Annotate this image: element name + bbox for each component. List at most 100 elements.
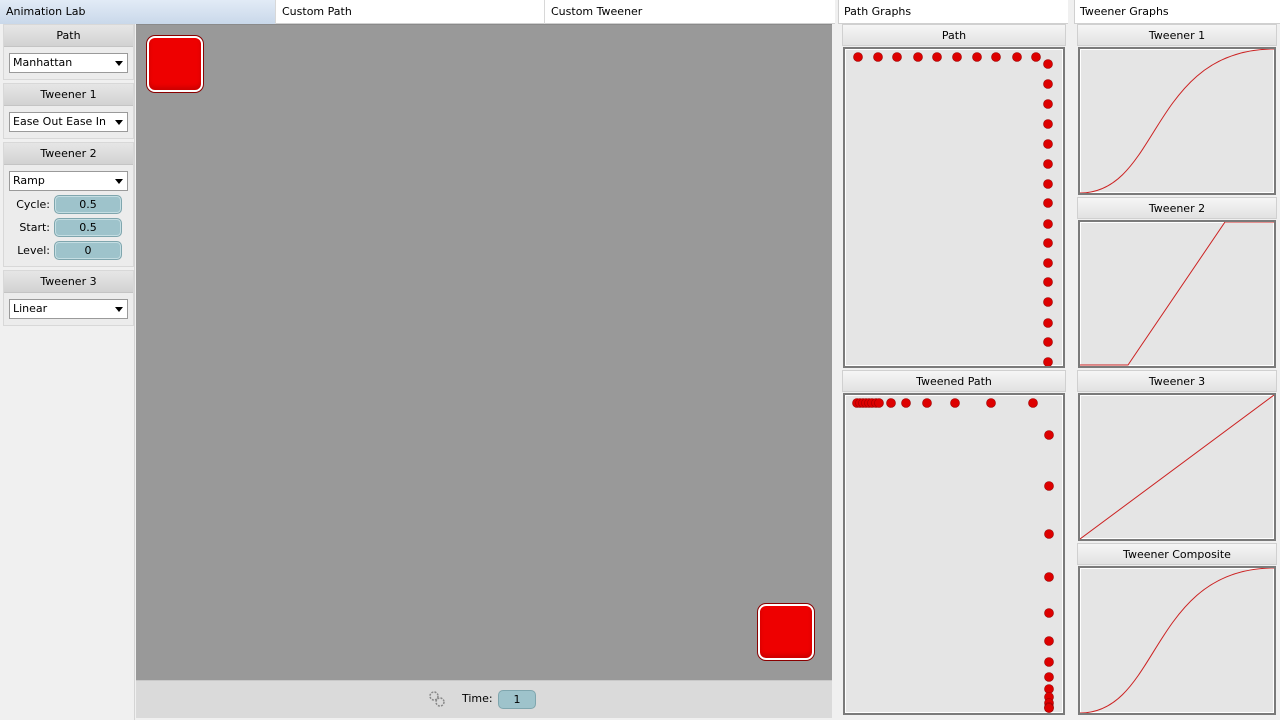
tweened-path-graph-title: Tweened Path: [842, 370, 1066, 392]
tweener3-select[interactable]: Linear: [9, 299, 128, 319]
path-dot: [1043, 258, 1053, 268]
path-dot: [1044, 636, 1054, 646]
time-label: Time:: [462, 692, 493, 705]
path-dot: [1044, 608, 1054, 618]
tweener2-curve: [1080, 222, 1274, 366]
path-dot: [892, 52, 902, 62]
path-dot: [922, 398, 932, 408]
tab-bar: Animation Lab Custom Path Custom Tweener: [0, 0, 835, 24]
path-dot: [1044, 572, 1054, 582]
tweener2-select-value: Ramp: [13, 174, 45, 187]
tweener3-select-value: Linear: [13, 302, 48, 315]
path-section: Path Manhattan: [3, 24, 134, 80]
path-graphs-header[interactable]: Path Graphs: [838, 0, 1068, 24]
path-dot: [1043, 179, 1053, 189]
tweener1-graph: [1078, 47, 1276, 195]
path-dot: [1044, 703, 1054, 713]
controls-panel: Path Manhattan Tweener 1 Ease Out Ease I…: [3, 24, 135, 720]
path-dot: [1044, 672, 1054, 682]
composite-curve: [1080, 568, 1274, 713]
start-field[interactable]: 0.5: [54, 218, 122, 237]
path-dot: [886, 398, 896, 408]
path-dot: [1043, 59, 1053, 69]
tweener3-graph: [1078, 393, 1276, 541]
level-label: Level:: [17, 244, 50, 257]
path-dot: [952, 52, 962, 62]
start-sprite[interactable]: [147, 36, 203, 92]
path-dot: [1028, 398, 1038, 408]
path-dot: [1044, 684, 1054, 694]
path-dot: [1043, 238, 1053, 248]
path-dot: [1043, 219, 1053, 229]
path-dot: [913, 52, 923, 62]
path-dot: [950, 398, 960, 408]
path-dot: [1043, 357, 1053, 366]
time-field[interactable]: 1: [498, 690, 536, 709]
path-dot: [1031, 52, 1041, 62]
cycle-label: Cycle:: [16, 198, 50, 211]
tweener1-section: Tweener 1 Ease Out Ease In: [3, 83, 134, 139]
path-dot: [1043, 119, 1053, 129]
path-dot: [853, 52, 863, 62]
animation-stage[interactable]: [136, 24, 832, 680]
tab-custom-path[interactable]: Custom Path: [276, 0, 545, 24]
tab-animation-lab[interactable]: Animation Lab: [0, 0, 276, 24]
path-dot: [1043, 337, 1053, 347]
path-select[interactable]: Manhattan: [9, 53, 128, 73]
composite-graph-title: Tweener Composite: [1077, 543, 1277, 565]
gear-icon[interactable]: [428, 690, 446, 708]
path-dot: [1043, 297, 1053, 307]
tweener-graphs-header[interactable]: Tweener Graphs: [1074, 0, 1280, 24]
end-sprite[interactable]: [758, 604, 814, 660]
path-section-title: Path: [4, 25, 133, 47]
path-dot: [1043, 277, 1053, 287]
tweener3-section: Tweener 3 Linear: [3, 270, 134, 326]
bottom-bar: Time: 1: [136, 680, 832, 718]
path-dot: [1044, 657, 1054, 667]
level-field[interactable]: 0: [54, 241, 122, 260]
tweener2-graph-title: Tweener 2: [1077, 197, 1277, 219]
path-graph: [843, 47, 1065, 368]
path-dot: [1043, 159, 1053, 169]
chevron-down-icon: [115, 307, 123, 312]
cycle-field[interactable]: 0.5: [54, 195, 122, 214]
path-select-value: Manhattan: [13, 56, 73, 69]
tweener1-curve: [1080, 49, 1274, 193]
path-dot: [986, 398, 996, 408]
chevron-down-icon: [115, 61, 123, 66]
path-dot: [901, 398, 911, 408]
path-graph-title: Path: [842, 24, 1066, 46]
path-dot: [991, 52, 1001, 62]
path-dot: [1043, 79, 1053, 89]
tweener2-section: Tweener 2 Ramp Cycle: 0.5 Start: 0.5 Lev…: [3, 142, 134, 267]
path-dot: [1044, 430, 1054, 440]
tweener3-graph-title: Tweener 3: [1077, 370, 1277, 392]
tweener1-graph-title: Tweener 1: [1077, 24, 1277, 46]
path-dot: [932, 52, 942, 62]
path-dot: [1044, 481, 1054, 491]
cycle-param: Cycle: 0.5: [4, 195, 133, 214]
path-dot: [972, 52, 982, 62]
tweener3-curve: [1080, 395, 1274, 539]
tweener3-section-title: Tweener 3: [4, 271, 133, 293]
path-dot: [1043, 198, 1053, 208]
path-dot: [1043, 99, 1053, 109]
path-graph-dots: [853, 52, 1053, 366]
path-dot: [1043, 318, 1053, 328]
path-dot: [1012, 52, 1022, 62]
tweened-path-graph: [843, 393, 1065, 715]
start-param: Start: 0.5: [4, 218, 133, 237]
tweener1-select-value: Ease Out Ease In: [13, 115, 107, 128]
tab-custom-tweener[interactable]: Custom Tweener: [545, 0, 835, 24]
level-param: Level: 0: [4, 241, 133, 260]
path-dot: [1044, 529, 1054, 539]
tweener1-section-title: Tweener 1: [4, 84, 133, 106]
start-label: Start:: [19, 221, 50, 234]
path-dot: [873, 52, 883, 62]
tweener1-select[interactable]: Ease Out Ease In: [9, 112, 128, 132]
tweener2-section-title: Tweener 2: [4, 143, 133, 165]
chevron-down-icon: [115, 179, 123, 184]
tweener2-select[interactable]: Ramp: [9, 171, 128, 191]
composite-graph: [1078, 566, 1276, 715]
chevron-down-icon: [115, 120, 123, 125]
